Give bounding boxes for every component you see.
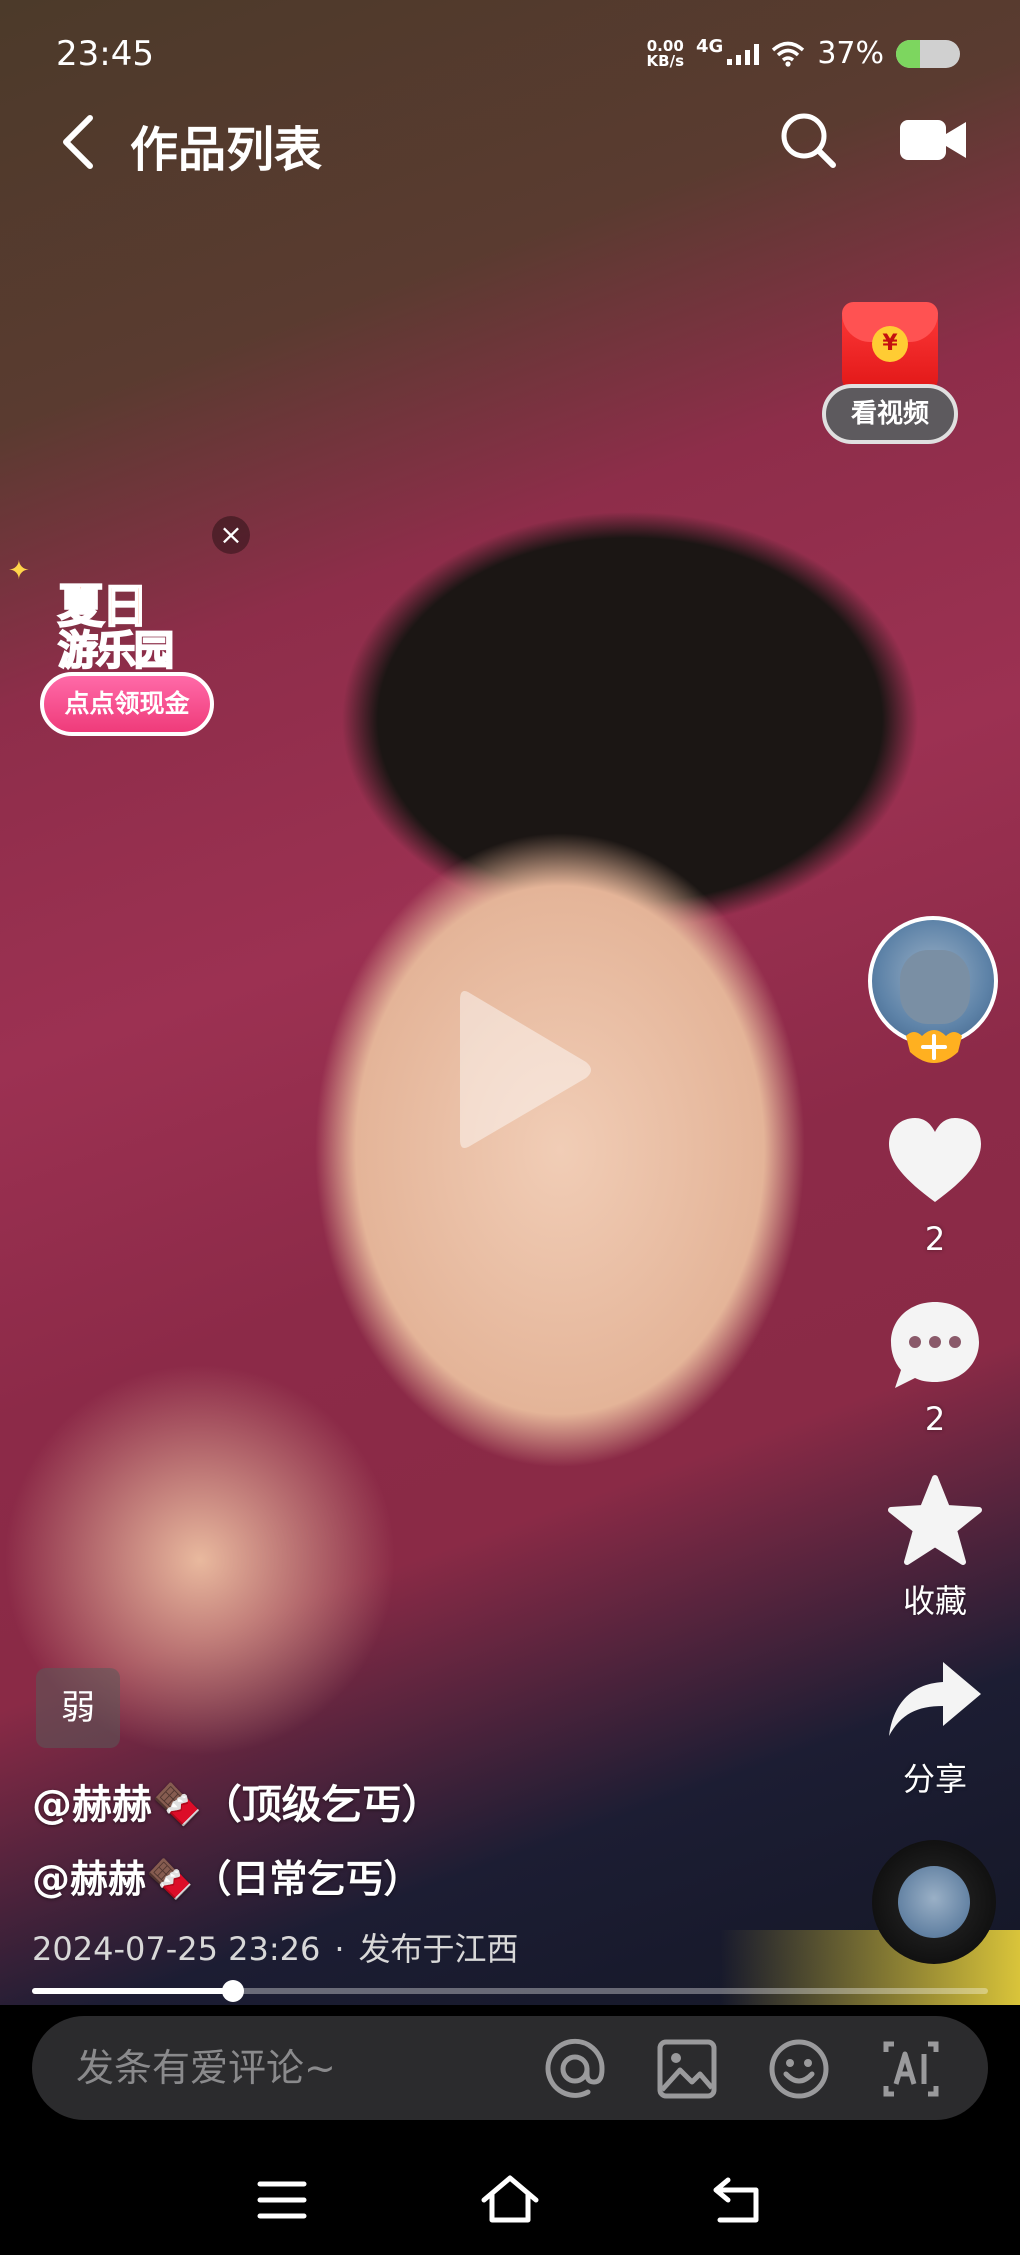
share-arrow-icon[interactable] — [885, 1650, 985, 1750]
post-date: 2024-07-25 23:26 — [32, 1930, 321, 1968]
music-cover — [898, 1866, 970, 1938]
signal-icon — [727, 43, 760, 65]
meta-separator: · — [334, 1930, 345, 1968]
favorite-star-icon[interactable] — [885, 1472, 985, 1572]
favorite-label: 收藏 — [902, 1582, 967, 1620]
search-icon[interactable] — [778, 110, 838, 170]
wifi-icon — [772, 41, 805, 67]
home-icon[interactable] — [478, 2168, 542, 2232]
ai-icon[interactable] — [880, 2038, 942, 2100]
red-packet-icon[interactable]: ¥ — [842, 302, 938, 394]
comment-bar — [32, 2016, 988, 2120]
battery-icon — [896, 39, 960, 68]
weak-badge: 弱 — [36, 1668, 120, 1748]
post-meta: 2024-07-25 23:26 · 发布于江西 — [32, 1924, 519, 1970]
yuan-coin-icon: ¥ — [872, 326, 908, 362]
play-icon[interactable] — [448, 980, 598, 1160]
back-icon[interactable] — [706, 2168, 770, 2232]
video-progress-bar[interactable] — [32, 1980, 988, 2002]
watch-video-button[interactable]: 看视频 — [822, 384, 958, 444]
mention-link-2[interactable]: @赫赫🍫（日常乞丐） — [32, 1848, 421, 1903]
image-icon[interactable] — [656, 2038, 718, 2100]
claim-cash-button[interactable]: 点点领现金 — [40, 672, 214, 736]
menu-icon[interactable] — [250, 2168, 314, 2232]
comment-count: 2 — [924, 1400, 946, 1438]
post-location: 发布于江西 — [358, 1930, 519, 1968]
status-indicators: 0.00 KB/s 4G 37% — [647, 36, 960, 71]
video-screen: 23:45 0.00 KB/s 4G 37% 作品列表 ¥ 看视频 × ✦ 夏日… — [0, 0, 1020, 2255]
comment-bubble-icon[interactable] — [885, 1296, 985, 1396]
sparkle-icon: ✦ — [8, 556, 30, 586]
progress-fill — [32, 1988, 233, 1994]
battery-percent: 37% — [817, 36, 884, 71]
emoji-icon[interactable] — [768, 2038, 830, 2100]
at-icon[interactable] — [544, 2038, 606, 2100]
summer-park-logo[interactable]: 夏日 游乐园 — [57, 570, 198, 675]
page-title: 作品列表 — [130, 122, 323, 178]
video-camera-icon[interactable] — [900, 116, 966, 164]
status-time: 23:45 — [56, 34, 154, 74]
share-label: 分享 — [902, 1760, 967, 1798]
net-speed: 0.00 KB/s — [646, 38, 684, 70]
network-type: 4G — [696, 36, 724, 57]
like-heart-icon[interactable] — [885, 1114, 985, 1214]
net-speed-unit: KB/s — [646, 51, 684, 70]
comment-input[interactable] — [76, 2016, 516, 2120]
like-count: 2 — [924, 1220, 946, 1258]
progress-handle[interactable] — [221, 1980, 244, 2002]
battery-level — [896, 39, 920, 68]
chevron-left-icon[interactable] — [56, 112, 106, 172]
music-disc[interactable] — [872, 1840, 996, 1964]
summer-logo-line2: 游乐园 — [57, 627, 175, 675]
mention-link-1[interactable]: @赫赫🍫（顶级乞丐） — [32, 1772, 442, 1830]
follow-plus-icon[interactable] — [904, 1026, 964, 1070]
close-promo-button[interactable]: × — [212, 516, 250, 554]
